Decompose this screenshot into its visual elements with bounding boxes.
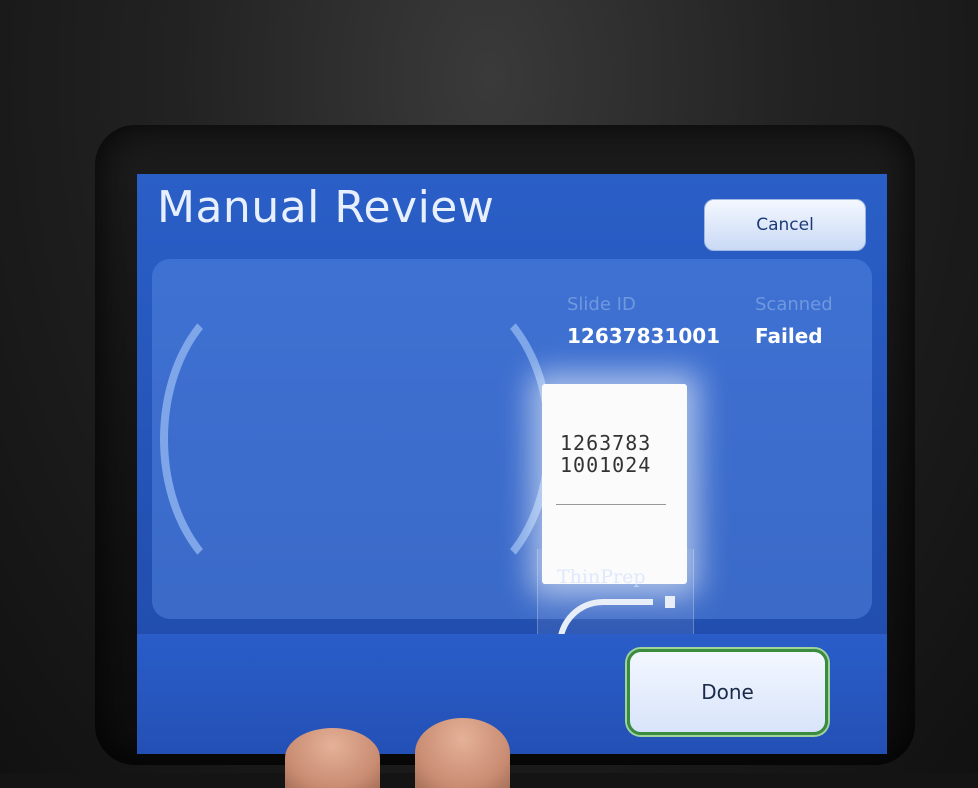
slide-label-line-2: 1001024 xyxy=(560,453,652,477)
slide-label-line-1: 1263783 xyxy=(560,431,652,455)
finger-left xyxy=(285,728,380,788)
slide-id-value: 12637831001 xyxy=(567,324,721,348)
slide-label-divider xyxy=(556,504,666,505)
touch-screen: Manual Review Cancel Slide ID 1263783100… xyxy=(137,174,887,754)
slide-frame-right-bracket xyxy=(337,286,553,592)
physical-slide-label: 1263783 1001024 xyxy=(542,384,687,584)
done-button[interactable]: Done xyxy=(627,649,828,735)
scanned-status-value: Failed xyxy=(755,324,823,348)
scanned-label: Scanned xyxy=(755,294,833,315)
page-title: Manual Review xyxy=(157,182,495,233)
slide-id-label: Slide ID xyxy=(567,294,636,315)
device-housing: Manual Review Cancel Slide ID 1263783100… xyxy=(0,0,978,788)
slide-label-number: 1263783 1001024 xyxy=(560,432,651,476)
slide-brand-text: ThinPrep xyxy=(557,566,646,588)
cancel-button[interactable]: Cancel xyxy=(704,199,866,251)
finger-right xyxy=(415,718,510,788)
brand-logo-dot-icon xyxy=(665,596,675,608)
